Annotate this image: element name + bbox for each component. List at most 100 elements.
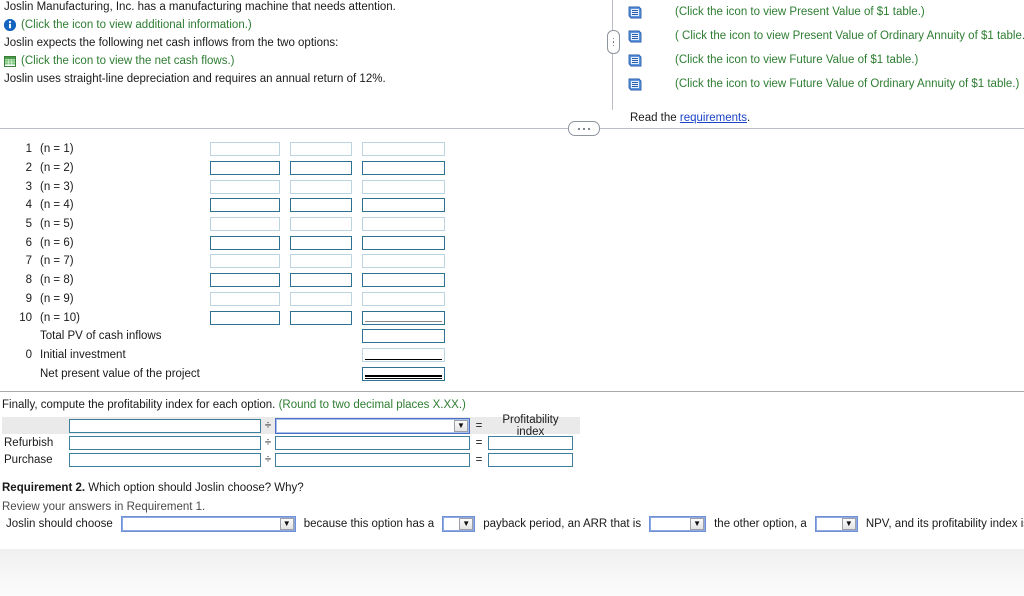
profitability-index-header: Profitability index [502,413,559,438]
npv-cell-c3[interactable] [362,142,445,157]
refurbish-numerator-input[interactable] [69,435,261,450]
problem-line-2: Joslin expects the following net cash in… [4,37,339,49]
book-icon[interactable] [627,53,643,67]
npv-cell-c3[interactable] [362,179,445,194]
arr-choice-dropdown[interactable]: ▼ [649,516,707,532]
subtotal-rule [365,320,442,322]
row-number: 0 [25,348,32,361]
npv-cell-c2[interactable] [290,291,352,306]
profitability-header-row: ÷ ▼ = Profitability index [2,414,580,438]
npv-cell-c1[interactable] [210,142,280,157]
table-row: 7 (n = 7) [0,252,445,271]
chevron-down-icon[interactable]: ▼ [690,518,705,530]
cashflow-link-label[interactable]: (Click the icon to view the net cash flo… [21,55,234,67]
npv-cell-c1[interactable] [210,161,280,176]
row-label: (n = 2) [40,162,74,175]
reference-label[interactable]: ( Click the icon to view Present Value o… [675,30,1024,42]
table-row: 9 (n = 9) [0,290,445,309]
vertical-divider [612,0,613,110]
npv-cell-c1[interactable] [210,198,280,213]
reference-label[interactable]: (Click the icon to view Present Value of… [675,6,925,18]
total-pv-input[interactable] [362,329,445,344]
reference-panel: (Click the icon to view Present Value of… [607,0,1024,124]
reference-label[interactable]: (Click the icon to view Future Value of … [675,54,918,66]
npv-cell-c3[interactable] [362,254,445,269]
info-link-label[interactable]: (Click the icon to view additional infor… [21,19,252,31]
book-icon[interactable] [627,29,643,43]
npv-cell-c1[interactable] [210,254,280,269]
table-row: 4 (n = 4) [0,196,445,215]
payback-choice-dropdown[interactable]: ▼ [442,516,476,532]
requirements-link[interactable]: requirements [680,112,747,124]
npv-cell-c1[interactable] [210,235,280,250]
info-icon[interactable] [4,19,16,31]
double-rule-top [365,375,442,377]
npv-choice-dropdown[interactable]: ▼ [814,516,858,532]
purchase-numerator-input[interactable] [69,452,261,467]
profitability-row-refurbish: Refurbish ÷ = [2,434,580,451]
reference-item-fva1[interactable]: (Click the icon to view Future Value of … [612,72,1024,95]
read-suffix: . [747,112,751,124]
reference-label[interactable]: (Click the icon to view Future Value of … [675,78,1019,90]
book-icon[interactable] [627,5,643,19]
pi-header-denominator-dropdown[interactable]: ▼ [275,417,470,434]
npv-cell-c2[interactable] [290,273,352,288]
option-choice-dropdown[interactable]: ▼ [120,516,296,532]
chevron-down-icon[interactable]: ▼ [841,518,856,530]
chevron-down-icon[interactable]: ▼ [279,518,294,530]
reference-item-fv1[interactable]: (Click the icon to view Future Value of … [612,48,1024,71]
row-label: (n = 4) [40,199,74,212]
npv-cell-c1[interactable] [210,273,280,288]
row-number: 6 [25,236,32,249]
reference-item-pva1[interactable]: ( Click the icon to view Present Value o… [612,24,1024,47]
npv-cell-c2[interactable] [290,179,352,194]
npv-cell-c3[interactable] [362,291,445,306]
horizontal-divider-handle[interactable] [568,121,600,136]
book-icon[interactable] [627,77,643,91]
npv-cell-c3[interactable] [362,235,445,250]
row-label: Refurbish [4,436,54,449]
npv-cell-c2[interactable] [290,254,352,269]
divide-icon: ÷ [264,436,272,449]
sentence-part-1: Joslin should choose [6,518,113,530]
npv-cell-c2[interactable] [290,198,352,213]
problem-page: Joslin Manufacturing, Inc. has a manufac… [0,0,1024,549]
purchase-result-input[interactable] [488,452,573,467]
pi-header-numerator-input[interactable] [69,418,261,433]
row-label: Initial investment [40,348,126,361]
npv-cell-c1[interactable] [210,291,280,306]
profitability-instruction: Finally, compute the profitability index… [2,399,466,411]
reference-item-pv1[interactable]: (Click the icon to view Present Value of… [612,0,1024,23]
read-requirements-line: Read the requirements. [630,112,1024,124]
npv-cell-c1[interactable] [210,217,280,232]
npv-cell-c2[interactable] [290,235,352,250]
npv-cell-c3[interactable] [362,273,445,288]
chevron-down-icon[interactable]: ▼ [459,518,474,530]
chevron-down-icon[interactable]: ▼ [454,419,468,432]
npv-cell-c1[interactable] [210,179,280,194]
cashflow-click-line[interactable]: (Click the icon to view the net cash flo… [4,55,584,72]
npv-cell-c2[interactable] [290,217,352,232]
footer-strip [0,549,1024,596]
refurbish-result-input[interactable] [488,435,573,450]
table-grid-icon[interactable] [4,55,16,67]
npv-cell-c1[interactable] [210,310,280,325]
info-click-line[interactable]: (Click the icon to view additional infor… [4,19,584,36]
row-label: Total PV of cash inflows [40,330,162,343]
table-row: 2 (n = 2) [0,159,445,178]
npv-cell-c3[interactable] [362,310,445,325]
purchase-denominator-input[interactable] [275,452,470,467]
row-number: 5 [25,218,32,231]
npv-cell-c3[interactable] [362,217,445,232]
npv-cell-c2[interactable] [290,161,352,176]
npv-cell-c2[interactable] [290,142,352,157]
profitability-row-purchase: Purchase ÷ = [2,451,580,468]
vertical-divider-handle[interactable] [607,30,620,54]
npv-cell-c3[interactable] [362,198,445,213]
row-label: (n = 8) [40,274,74,287]
refurbish-denominator-input[interactable] [275,435,470,450]
table-row-initial-investment: 0 Initial investment [0,346,445,365]
row-label: (n = 5) [40,218,74,231]
npv-cell-c3[interactable] [362,161,445,176]
npv-cell-c2[interactable] [290,310,352,325]
